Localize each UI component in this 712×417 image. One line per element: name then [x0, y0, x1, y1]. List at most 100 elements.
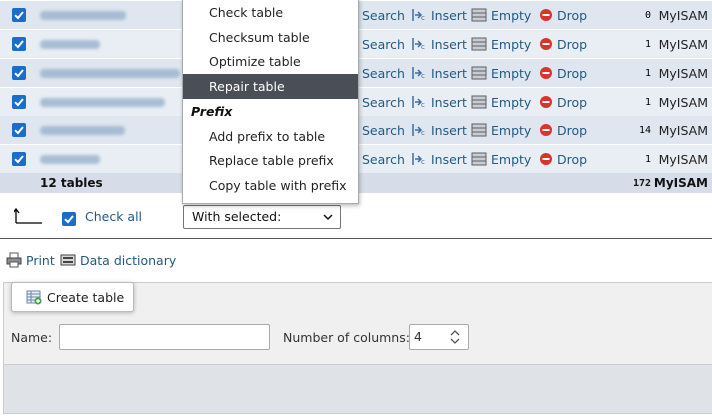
drop-link[interactable]: Drop: [539, 88, 587, 116]
search-link[interactable]: Search: [362, 88, 405, 116]
row-count: 1: [644, 67, 651, 79]
checkmark-icon: [14, 98, 24, 107]
svg-text:c: c: [421, 129, 425, 137]
menu-item[interactable]: Replace table prefix: [183, 148, 358, 173]
row-count: 1: [644, 153, 651, 165]
menu-item[interactable]: Check table: [183, 0, 358, 25]
search-link[interactable]: Search: [362, 145, 405, 173]
menu-item[interactable]: Repair table: [183, 74, 358, 99]
menu-item[interactable]: Add prefix to table: [183, 124, 358, 149]
checkmark-icon: [64, 215, 74, 224]
empty-table-icon: [471, 66, 487, 80]
row-checkbox[interactable]: [12, 66, 26, 80]
check-all-checkbox[interactable]: [62, 212, 76, 226]
checkmark-icon: [14, 69, 24, 78]
create-table-label: Create table: [47, 289, 125, 305]
drop-link[interactable]: Drop: [539, 30, 587, 58]
table-name-redacted[interactable]: [40, 39, 100, 49]
engine-total: MyISAM: [653, 176, 708, 190]
drop-label: Drop: [557, 94, 588, 110]
insert-label: Insert: [431, 122, 467, 138]
search-label: Search: [362, 122, 405, 138]
row-count: 0: [644, 9, 651, 21]
menu-item[interactable]: Checksum table: [183, 25, 358, 50]
drop-label: Drop: [557, 65, 588, 81]
insert-icon: c: [412, 67, 425, 80]
insert-label: Insert: [431, 151, 467, 167]
empty-table-icon: [471, 123, 487, 137]
arrow-up-icon: [14, 207, 42, 224]
empty-table-icon: [471, 95, 487, 109]
insert-icon: c: [412, 124, 425, 137]
row-checkbox[interactable]: [12, 123, 26, 137]
row-checkbox[interactable]: [12, 8, 26, 22]
divider: [0, 238, 712, 239]
drop-icon: [540, 124, 552, 136]
empty-link[interactable]: Empty: [471, 88, 531, 116]
drop-icon: [540, 38, 552, 50]
table-name-label: Name:: [11, 330, 53, 345]
insert-label: Insert: [431, 94, 467, 110]
search-link[interactable]: Search: [362, 30, 405, 58]
row-count: 1: [644, 38, 651, 50]
table-name-redacted[interactable]: [40, 10, 126, 20]
insert-icon: c: [412, 153, 425, 166]
empty-label: Empty: [491, 122, 532, 138]
insert-link[interactable]: c Insert: [411, 59, 467, 87]
search-link[interactable]: Search: [362, 59, 405, 87]
row-checkbox[interactable]: [12, 37, 26, 51]
row-checkbox[interactable]: [12, 152, 26, 166]
insert-link[interactable]: c Insert: [411, 116, 467, 144]
empty-link[interactable]: Empty: [471, 1, 531, 29]
insert-label: Insert: [431, 36, 467, 52]
table-name-redacted[interactable]: [40, 68, 180, 78]
search-label: Search: [362, 94, 405, 110]
search-link[interactable]: Search: [362, 1, 405, 29]
print-label: Print: [26, 252, 55, 268]
table-name-input[interactable]: [59, 324, 270, 350]
insert-icon: c: [412, 96, 425, 109]
empty-link[interactable]: Empty: [471, 116, 531, 144]
svg-text:c: c: [421, 43, 425, 51]
empty-link[interactable]: Empty: [471, 145, 531, 173]
storage-engine: MyISAM: [658, 65, 708, 81]
empty-label: Empty: [491, 7, 532, 23]
row-checkbox[interactable]: [12, 95, 26, 109]
num-columns-input[interactable]: 4: [409, 324, 469, 350]
with-selected-select[interactable]: With selected:: [183, 205, 341, 229]
checkmark-icon: [14, 155, 24, 164]
table-name-redacted[interactable]: [40, 154, 100, 164]
empty-table-icon: [471, 8, 487, 22]
insert-link[interactable]: c Insert: [411, 145, 467, 173]
check-all-label[interactable]: Check all: [85, 209, 142, 224]
menu-item[interactable]: Optimize table: [183, 49, 358, 74]
search-label: Search: [362, 151, 405, 167]
with-selected-value: With selected:: [192, 209, 282, 224]
insert-link[interactable]: c Insert: [411, 88, 467, 116]
table-name-redacted[interactable]: [40, 97, 165, 107]
row-count: 1: [644, 96, 651, 108]
insert-link[interactable]: c Insert: [411, 30, 467, 58]
table-name-redacted[interactable]: [40, 125, 125, 135]
insert-link[interactable]: c Insert: [411, 1, 467, 29]
data-dictionary-link[interactable]: Data dictionary: [60, 252, 176, 268]
drop-link[interactable]: Drop: [539, 1, 587, 29]
drop-icon: [540, 9, 552, 21]
tables-count-label: 12 tables: [40, 176, 103, 190]
drop-icon: [540, 96, 552, 108]
create-table-button[interactable]: Create table: [11, 282, 134, 312]
with-selected-dropdown-menu: Check table Checksum table Optimize table R…: [182, 0, 359, 204]
print-link[interactable]: Print: [6, 252, 55, 268]
spinner-arrows-icon[interactable]: [448, 328, 462, 346]
empty-link[interactable]: Empty: [471, 59, 531, 87]
drop-link[interactable]: Drop: [539, 145, 587, 173]
menu-item[interactable]: Copy table with prefix: [183, 173, 358, 198]
drop-link[interactable]: Drop: [539, 59, 587, 87]
checkmark-icon: [14, 40, 24, 49]
drop-link[interactable]: Drop: [539, 116, 587, 144]
empty-link[interactable]: Empty: [471, 30, 531, 58]
storage-engine: MyISAM: [658, 122, 708, 138]
search-link[interactable]: Search: [362, 116, 405, 144]
drop-label: Drop: [557, 36, 588, 52]
checkmark-icon: [14, 126, 24, 135]
